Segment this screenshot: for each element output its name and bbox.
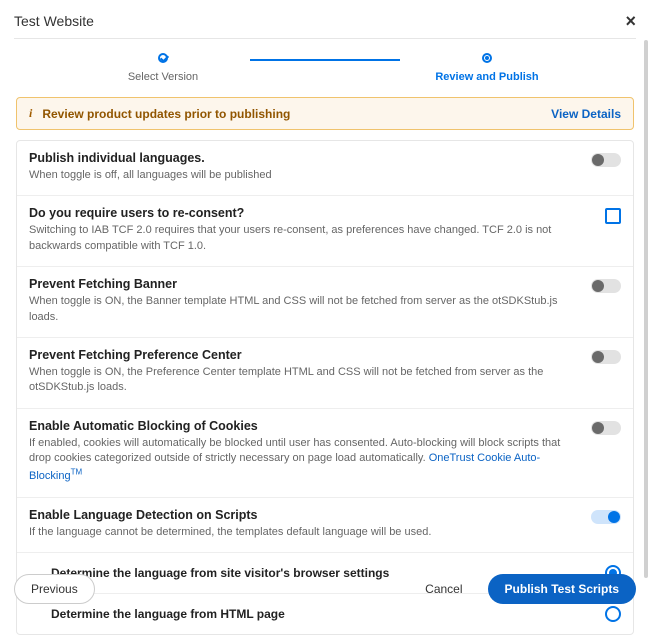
dialog-title: Test Website	[14, 13, 94, 29]
option-title: Prevent Fetching Banner	[29, 277, 573, 291]
scrollbar[interactable]	[644, 40, 648, 578]
prevent-banner-toggle[interactable]	[591, 279, 621, 293]
view-details-link[interactable]: View Details	[551, 107, 621, 121]
previous-button[interactable]: Previous	[14, 574, 95, 604]
radio-label: Determine the language from HTML page	[51, 607, 605, 621]
step-done-icon	[158, 53, 168, 63]
publish-languages-toggle[interactable]	[591, 153, 621, 167]
banner-message: Review product updates prior to publishi…	[42, 107, 551, 121]
step-label: Review and Publish	[435, 71, 538, 83]
option-prevent-pref-center: Prevent Fetching Preference Center When …	[17, 337, 633, 408]
options-panel: Publish individual languages. When toggl…	[16, 140, 634, 635]
option-desc: When toggle is ON, the Preference Center…	[29, 365, 573, 396]
option-desc: If enabled, cookies will automatically b…	[29, 436, 573, 485]
lang-html-radio[interactable]	[605, 606, 621, 622]
info-icon: i	[29, 106, 32, 121]
option-prevent-banner: Prevent Fetching Banner When toggle is O…	[17, 266, 633, 337]
step-connector	[250, 59, 400, 61]
option-desc: When toggle is off, all languages will b…	[29, 168, 573, 183]
option-language-detection: Enable Language Detection on Scripts If …	[17, 497, 633, 552]
publish-dialog: Test Website × Select Version Review and…	[0, 0, 650, 618]
option-desc: If the language cannot be determined, th…	[29, 525, 573, 540]
prevent-pref-center-toggle[interactable]	[591, 350, 621, 364]
cancel-button[interactable]: Cancel	[408, 574, 479, 604]
option-title: Publish individual languages.	[29, 151, 573, 165]
step-select-version: Select Version	[78, 53, 248, 83]
update-banner: i Review product updates prior to publis…	[16, 97, 634, 130]
language-detection-toggle[interactable]	[591, 510, 621, 524]
stepper: Select Version Review and Publish	[14, 39, 636, 87]
option-title: Prevent Fetching Preference Center	[29, 348, 573, 362]
auto-blocking-toggle[interactable]	[591, 421, 621, 435]
option-publish-languages: Publish individual languages. When toggl…	[17, 141, 633, 195]
option-desc: When toggle is ON, the Banner template H…	[29, 294, 573, 325]
option-title: Do you require users to re-consent?	[29, 206, 573, 220]
reconsent-checkbox[interactable]	[605, 208, 621, 224]
close-icon[interactable]: ×	[625, 12, 636, 30]
publish-button[interactable]: Publish Test Scripts	[488, 574, 636, 604]
dialog-footer: Previous Cancel Publish Test Scripts	[14, 574, 636, 604]
option-desc: Switching to IAB TCF 2.0 requires that y…	[29, 223, 573, 254]
step-label: Select Version	[128, 71, 198, 83]
option-auto-blocking: Enable Automatic Blocking of Cookies If …	[17, 408, 633, 497]
option-title: Enable Language Detection on Scripts	[29, 508, 573, 522]
step-review-publish: Review and Publish	[402, 53, 572, 83]
option-reconsent: Do you require users to re-consent? Swit…	[17, 195, 633, 266]
option-title: Enable Automatic Blocking of Cookies	[29, 419, 573, 433]
step-active-icon	[482, 53, 492, 63]
dialog-header: Test Website ×	[14, 12, 636, 38]
